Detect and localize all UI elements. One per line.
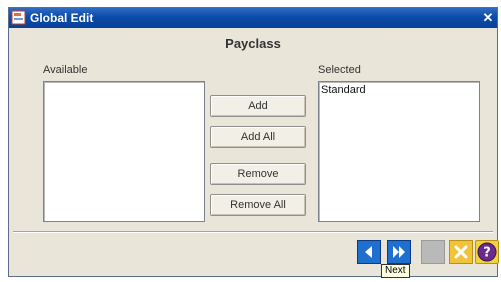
cancel-icon xyxy=(454,245,468,259)
help-icon: ? xyxy=(477,242,497,262)
cancel-button[interactable] xyxy=(449,240,473,264)
title-bar: Global Edit ✕ xyxy=(9,8,497,28)
window-title: Global Edit xyxy=(30,11,94,25)
add-all-button[interactable]: Add All xyxy=(210,126,306,148)
app-icon xyxy=(11,10,27,26)
remove-button[interactable]: Remove xyxy=(210,163,306,185)
svg-text:?: ? xyxy=(483,246,491,261)
disabled-button xyxy=(421,240,445,264)
fast-forward-icon xyxy=(393,246,405,258)
list-item[interactable]: Standard xyxy=(319,82,479,99)
remove-all-button[interactable]: Remove All xyxy=(210,194,306,216)
help-button[interactable]: ? xyxy=(475,240,499,264)
previous-button[interactable] xyxy=(357,240,381,264)
close-icon[interactable]: ✕ xyxy=(481,11,495,25)
page-title: Payclass xyxy=(225,36,281,51)
back-arrow-icon xyxy=(365,246,372,258)
selected-list[interactable]: Standard xyxy=(318,81,480,222)
add-button[interactable]: Add xyxy=(210,95,306,117)
next-button[interactable] xyxy=(387,240,411,264)
available-label: Available xyxy=(43,64,88,76)
global-edit-window: Global Edit ✕ Payclass Available Add Add… xyxy=(8,7,499,278)
footer-divider xyxy=(13,231,493,233)
available-list[interactable] xyxy=(43,81,205,222)
selected-label: Selected xyxy=(318,64,361,76)
next-tooltip: Next xyxy=(381,264,410,278)
